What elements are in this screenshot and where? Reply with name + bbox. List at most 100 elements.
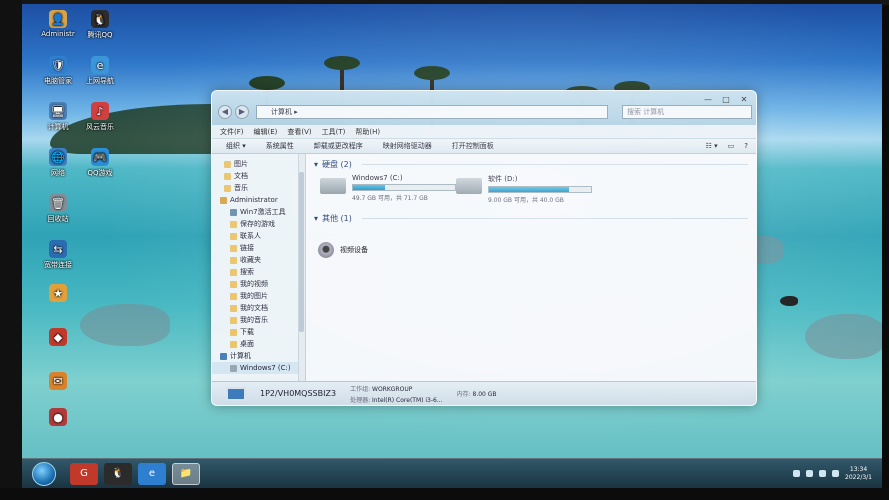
taskbar-app-explorer[interactable]: 📁 (172, 462, 200, 485)
desktop-icon[interactable]: 🐧 腾讯QQ (72, 10, 128, 40)
menu-help[interactable]: 帮助(H) (355, 127, 380, 137)
app-icon: e (91, 56, 109, 74)
desktop-icon-label: 回收站 (47, 215, 69, 223)
folder-icon (230, 208, 237, 216)
drive-free-space: 9.00 GB 可用，共 40.0 GB (488, 197, 564, 204)
menu-tools[interactable]: 工具(T) (322, 127, 346, 137)
folder-icon (230, 304, 237, 312)
app-icon: ★ (49, 284, 67, 302)
taskbar-app-qq[interactable]: 🐧 (104, 462, 132, 485)
taskbar-app-browser[interactable]: e (138, 462, 166, 485)
menu-bar: 文件(F) 编辑(E) 查看(V) 工具(T) 帮助(H) (212, 125, 756, 138)
folder-icon (230, 220, 237, 228)
drive-d[interactable]: 软件 (D:) 9.00 GB 可用，共 40.0 GB (456, 174, 592, 204)
open-control-panel-button[interactable]: 打开控制面板 (452, 141, 494, 151)
nav-item-pictures[interactable]: 图片 (212, 158, 305, 170)
nav-item-music[interactable]: 音乐 (212, 182, 305, 194)
clock[interactable]: 13:34 2022/3/1 (845, 466, 872, 482)
monitor-bezel-bottom (0, 488, 889, 500)
nav-item-my-documents[interactable]: 我的文档 (212, 302, 305, 314)
organize-button[interactable]: 组织 ▾ (226, 141, 246, 151)
workgroup-label: 工作组: (350, 385, 371, 393)
close-button[interactable]: ✕ (736, 95, 752, 105)
app-icon: ⇆ (49, 240, 67, 258)
desktop-icon-label: 上网导航 (86, 77, 114, 85)
menu-view[interactable]: 查看(V) (287, 127, 311, 137)
nav-item-downloads[interactable]: 下载 (212, 326, 305, 338)
nav-item-searches[interactable]: 搜索 (212, 266, 305, 278)
view-options: ☷ ▾ ▭ ? (706, 142, 756, 150)
video-device-label: 视频设备 (340, 246, 368, 254)
system-properties-button[interactable]: 系统属性 (266, 141, 294, 151)
nav-scrollbar[interactable] (298, 154, 305, 381)
nav-item-my-pictures[interactable]: 我的图片 (212, 290, 305, 302)
back-button[interactable]: ◀ (218, 105, 232, 119)
change-view-icon[interactable]: ☷ ▾ (706, 142, 718, 150)
maximize-button[interactable]: □ (718, 95, 734, 105)
group-header-hard-disks[interactable]: ▾ 硬盘 (2) (314, 158, 748, 170)
group-label: 硬盘 (2) (322, 159, 352, 169)
nav-item-desktop[interactable]: 桌面 (212, 338, 305, 350)
scrollbar-thumb[interactable] (299, 172, 304, 332)
desktop-icon[interactable]: ◆ (30, 328, 86, 348)
nav-item-favorites[interactable]: 收藏夹 (212, 254, 305, 266)
map-network-drive-button[interactable]: 映射网络驱动器 (383, 141, 432, 151)
input-method-icon[interactable] (832, 470, 840, 477)
desktop-icon[interactable]: ● (30, 408, 86, 428)
desktop: 👤 Administr 🐧 腾讯QQ 🛡 电脑管家 e 上网导航 🖥 计算机 ♪ 风云音乐 🌐 网络 🎮 QQ… (20, 4, 882, 488)
user-folder-icon (220, 196, 227, 204)
nav-item-my-music[interactable]: 我的音乐 (212, 314, 305, 326)
help-icon[interactable]: ? (744, 142, 748, 150)
desktop-icon[interactable]: 🗑 回收站 (30, 194, 86, 224)
nav-item-saved-games[interactable]: 保存的游戏 (212, 218, 305, 230)
nav-item-administrator[interactable]: Administrator (212, 194, 305, 206)
taskbar-app-google[interactable]: G (70, 462, 98, 485)
desktop-icon[interactable]: ★ (30, 284, 86, 304)
app-icon: ● (49, 408, 67, 426)
group-header-other[interactable]: ▾ 其他 (1) (314, 212, 748, 224)
uninstall-program-button[interactable]: 卸载或更改程序 (314, 141, 363, 151)
hard-drive-icon (456, 178, 482, 194)
expand-icon: ▾ (314, 159, 319, 169)
app-icon: 🖥 (49, 102, 67, 120)
content-pane: ▾ 硬盘 (2) Windows7 (C:) 49.7 GB 可用，共 71.7 … (306, 154, 756, 381)
monitor-bezel-left (0, 0, 22, 500)
drive-c[interactable]: Windows7 (C:) 49.7 GB 可用，共 71.7 GB (320, 174, 456, 202)
desktop-icon[interactable]: ✉ (30, 372, 86, 392)
nav-item-my-videos[interactable]: 我的视频 (212, 278, 305, 290)
desktop-icon[interactable]: 🎮 QQ游戏 (72, 148, 128, 178)
nav-item-links[interactable]: 链接 (212, 242, 305, 254)
security-icon[interactable] (819, 470, 827, 477)
nav-item-drive-c[interactable]: Windows7 (C:) (212, 362, 305, 374)
nav-item-documents[interactable]: 文档 (212, 170, 305, 182)
start-button[interactable] (32, 461, 56, 486)
nav-item-label: 图片 (234, 160, 248, 168)
video-device-item[interactable]: 视频设备 (318, 242, 368, 258)
menu-file[interactable]: 文件(F) (220, 127, 244, 137)
processor-value: Intel(R) Core(TM) i3-6... (372, 396, 443, 404)
nav-item-label: Administrator (230, 196, 278, 204)
search-input[interactable]: 搜索 计算机 (622, 105, 752, 119)
nav-item-label: 链接 (240, 244, 254, 252)
folder-icon (230, 340, 237, 348)
forward-button[interactable]: ▶ (235, 105, 249, 119)
network-icon[interactable] (793, 470, 801, 477)
nav-item-contacts[interactable]: 联系人 (212, 230, 305, 242)
desktop-icon[interactable]: e 上网导航 (72, 56, 128, 86)
minimize-button[interactable]: — (700, 95, 716, 105)
title-bar[interactable]: ◀ ▶ 计算机 ▸ 搜索 计算机 — □ ✕ (212, 91, 756, 125)
folder-icon (230, 268, 237, 276)
desktop-icon[interactable]: ⇆ 宽带连接 (30, 240, 86, 270)
drive-usage-bar (488, 186, 592, 193)
nav-item-win7-activator[interactable]: Win7激活工具 (212, 206, 305, 218)
menu-edit[interactable]: 编辑(E) (254, 127, 278, 137)
drive-free-space: 49.7 GB 可用，共 71.7 GB (352, 195, 428, 202)
folder-icon (230, 232, 237, 240)
preview-pane-icon[interactable]: ▭ (728, 142, 735, 150)
volume-icon[interactable] (806, 470, 814, 477)
nav-item-computer[interactable]: 计算机 (212, 350, 305, 362)
desktop-icon[interactable]: ♪ 风云音乐 (72, 102, 128, 132)
address-bar[interactable]: 计算机 ▸ (256, 105, 608, 119)
system-tray: 13:34 2022/3/1 (793, 466, 872, 482)
explorer-window[interactable]: ◀ ▶ 计算机 ▸ 搜索 计算机 — □ ✕ 文件(F) 编辑(E) 查看(V)… (211, 90, 757, 406)
